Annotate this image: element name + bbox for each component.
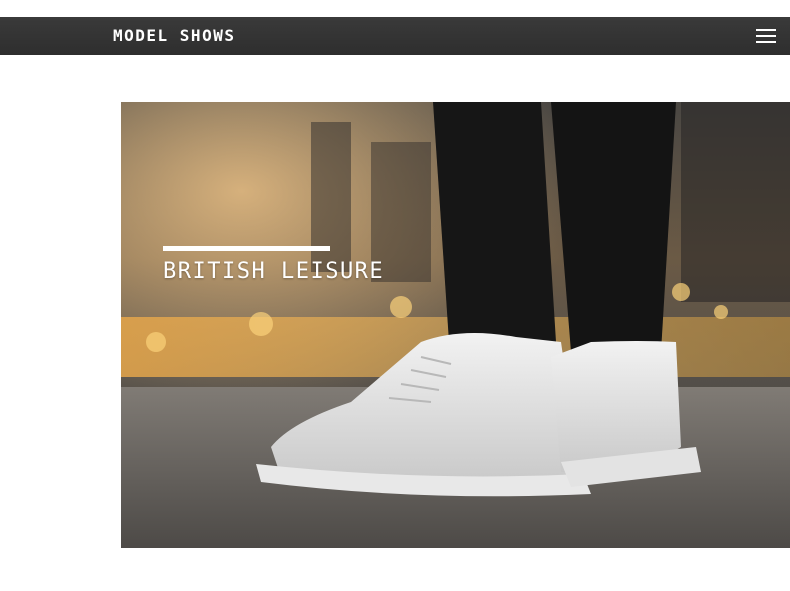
product-banner-image bbox=[121, 102, 790, 548]
sneaker-photo bbox=[121, 102, 790, 548]
caption-underline bbox=[163, 246, 330, 251]
section-title: MODEL SHOWS bbox=[113, 26, 236, 45]
menu-line bbox=[756, 35, 776, 37]
menu-line bbox=[756, 29, 776, 31]
menu-line bbox=[756, 41, 776, 43]
header-bar: MODEL SHOWS bbox=[0, 17, 790, 55]
hamburger-menu-icon[interactable] bbox=[756, 29, 776, 44]
banner-caption: BRITISH LEISURE bbox=[163, 259, 385, 284]
